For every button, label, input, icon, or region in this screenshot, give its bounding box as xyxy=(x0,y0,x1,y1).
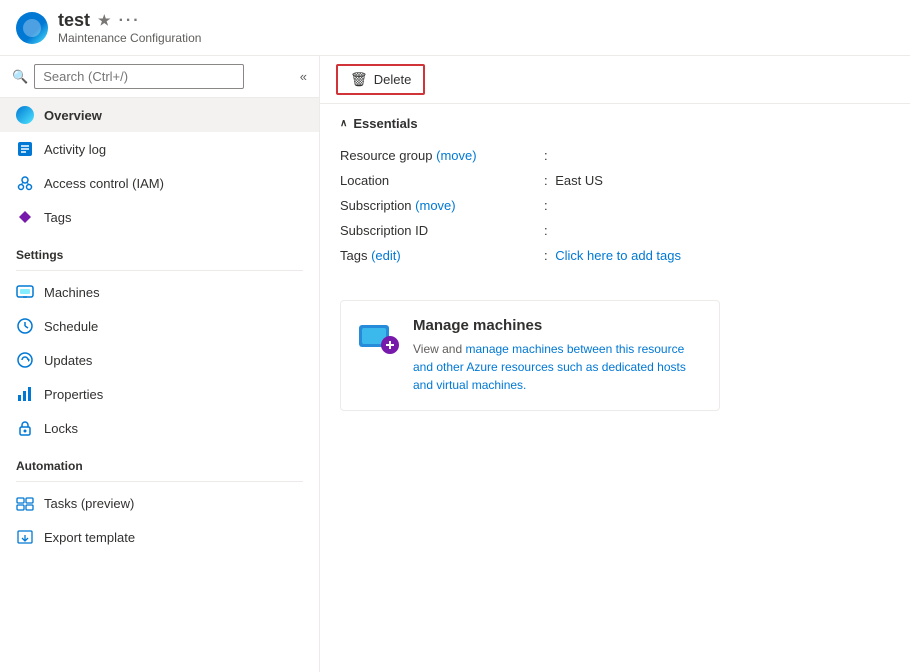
sidebar-item-tags[interactable]: Tags xyxy=(0,200,319,234)
sidebar-item-locks[interactable]: Locks xyxy=(0,411,319,445)
manage-machines-card-content: Manage machines View and manage machines… xyxy=(413,317,703,394)
sidebar-machines-label: Machines xyxy=(44,285,100,300)
sidebar-locks-label: Locks xyxy=(44,421,78,436)
manage-machines-card-icon xyxy=(357,317,399,362)
toolbar: 🗑 Delete xyxy=(320,56,910,104)
machines-icon xyxy=(16,283,34,301)
essentials-label: Essentials xyxy=(353,116,417,131)
page-title: test xyxy=(58,10,90,31)
essentials-row-resource-group: Resource group (move) : xyxy=(340,143,890,168)
sidebar-item-export-template[interactable]: Export template xyxy=(0,520,319,554)
settings-section-header: Settings xyxy=(0,234,319,266)
manage-machines-title: Manage machines xyxy=(413,317,703,334)
sidebar-activity-log-label: Activity log xyxy=(44,142,106,157)
essentials-row-subscription-id: Subscription ID : xyxy=(340,218,890,243)
essentials-field-value: : xyxy=(540,143,890,168)
locks-icon xyxy=(16,419,34,437)
sidebar-properties-label: Properties xyxy=(44,387,103,402)
manage-link-highlight: manage machines between this resource an… xyxy=(413,342,686,392)
tasks-icon xyxy=(16,494,34,512)
sidebar: 🔍 « Overview Activity log xyxy=(0,56,320,672)
content-area: 🗑 Delete ∧ Essentials Resource group (mo… xyxy=(320,56,910,672)
export-icon xyxy=(16,528,34,546)
page-header: test ★ ··· Maintenance Configuration xyxy=(0,0,910,56)
delete-button[interactable]: 🗑 Delete xyxy=(336,64,425,95)
search-input[interactable] xyxy=(34,64,244,89)
location-value: East US xyxy=(555,173,603,188)
subscription-move-link[interactable]: (move) xyxy=(415,198,455,213)
collapse-sidebar-button[interactable]: « xyxy=(300,69,307,84)
activity-log-icon xyxy=(16,140,34,158)
manage-machines-text: View and manage machines between this re… xyxy=(413,340,703,394)
essentials-field-value: : xyxy=(540,193,890,218)
essentials-chevron-icon[interactable]: ∧ xyxy=(340,118,347,129)
sidebar-tags-label: Tags xyxy=(44,210,71,225)
resource-icon xyxy=(16,12,48,44)
manage-machines-card: Manage machines View and manage machines… xyxy=(340,300,720,411)
sidebar-item-overview[interactable]: Overview xyxy=(0,98,319,132)
essentials-table: Resource group (move) : Location : East … xyxy=(340,143,890,268)
sidebar-overview-label: Overview xyxy=(44,108,102,123)
schedule-icon xyxy=(16,317,34,335)
essentials-field-label: Tags (edit) xyxy=(340,243,540,268)
header-title-group: test ★ ··· Maintenance Configuration xyxy=(58,10,201,45)
access-control-icon xyxy=(16,174,34,192)
settings-divider xyxy=(16,270,303,271)
automation-section-header: Automation xyxy=(0,445,319,477)
essentials-row-subscription: Subscription (move) : xyxy=(340,193,890,218)
sidebar-item-updates[interactable]: Updates xyxy=(0,343,319,377)
tags-edit-link[interactable]: (edit) xyxy=(371,248,401,263)
tags-icon xyxy=(16,208,34,226)
essentials-field-label: Subscription (move) xyxy=(340,193,540,218)
sidebar-item-schedule[interactable]: Schedule xyxy=(0,309,319,343)
essentials-field-value: : Click here to add tags xyxy=(540,243,890,268)
sidebar-export-label: Export template xyxy=(44,530,135,545)
sidebar-schedule-label: Schedule xyxy=(44,319,98,334)
essentials-section: ∧ Essentials Resource group (move) : xyxy=(320,104,910,280)
sidebar-item-machines[interactable]: Machines xyxy=(0,275,319,309)
delete-icon: 🗑 xyxy=(350,71,368,88)
search-icon: 🔍 xyxy=(12,69,28,85)
essentials-field-label: Subscription ID xyxy=(340,218,540,243)
essentials-field-label: Location xyxy=(340,168,540,193)
essentials-field-value: : East US xyxy=(540,168,890,193)
essentials-field-label: Resource group (move) xyxy=(340,143,540,168)
sidebar-updates-label: Updates xyxy=(44,353,92,368)
essentials-field-value: : xyxy=(540,218,890,243)
delete-label: Delete xyxy=(374,72,412,87)
sidebar-item-activity-log[interactable]: Activity log xyxy=(0,132,319,166)
sidebar-item-access-control[interactable]: Access control (IAM) xyxy=(0,166,319,200)
more-options-icon[interactable]: ··· xyxy=(119,12,141,30)
updates-icon xyxy=(16,351,34,369)
essentials-header: ∧ Essentials xyxy=(340,116,890,131)
automation-divider xyxy=(16,481,303,482)
favorite-star-icon[interactable]: ★ xyxy=(98,12,111,29)
sidebar-item-properties[interactable]: Properties xyxy=(0,377,319,411)
essentials-row-tags: Tags (edit) : Click here to add tags xyxy=(340,243,890,268)
sidebar-access-control-label: Access control (IAM) xyxy=(44,176,164,191)
essentials-row-location: Location : East US xyxy=(340,168,890,193)
sidebar-item-tasks[interactable]: Tasks (preview) xyxy=(0,486,319,520)
resource-group-move-link[interactable]: (move) xyxy=(436,148,476,163)
resource-type-label: Maintenance Configuration xyxy=(58,31,201,45)
sidebar-tasks-label: Tasks (preview) xyxy=(44,496,134,511)
search-bar: 🔍 « xyxy=(0,56,319,98)
properties-icon xyxy=(16,385,34,403)
add-tags-link[interactable]: Click here to add tags xyxy=(555,248,681,263)
overview-icon xyxy=(16,106,34,124)
main-layout: 🔍 « Overview Activity log xyxy=(0,56,910,672)
